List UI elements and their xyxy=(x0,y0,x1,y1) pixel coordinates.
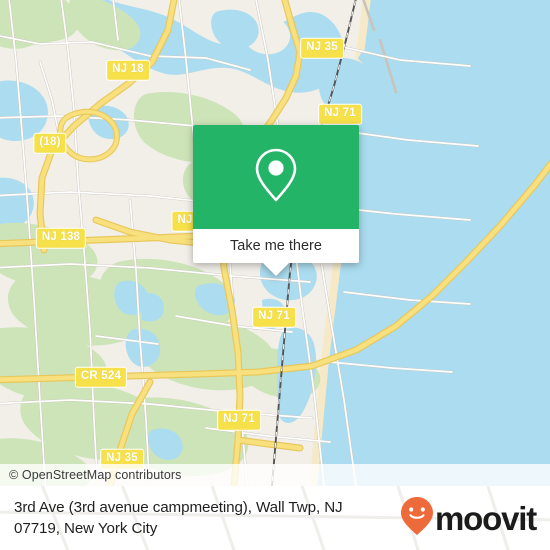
moovit-logo[interactable]: moovit xyxy=(400,496,537,541)
attribution-text: © OpenStreetMap contributors xyxy=(9,468,182,482)
map-popup-card[interactable]: Take me there xyxy=(193,125,359,276)
road-shield: NJ 71 xyxy=(217,409,261,431)
moovit-pin-icon xyxy=(400,496,434,541)
road-shield: CR 524 xyxy=(74,366,128,388)
moovit-wordmark: moovit xyxy=(435,499,537,537)
road-shield: NJ 18 xyxy=(106,59,150,81)
map-canvas[interactable]: NJ 18 NJ 35 NJ 71 (18) NJ NJ 138 NJ 71 C… xyxy=(0,0,550,486)
road-shield: NJ 71 xyxy=(252,306,296,328)
popup-image-header xyxy=(193,125,359,229)
road-shield: (18) xyxy=(33,132,67,154)
moovit-map-screenshot: NJ 18 NJ 35 NJ 71 (18) NJ NJ 138 NJ 71 C… xyxy=(0,0,550,550)
take-me-there-label: Take me there xyxy=(230,238,322,254)
map-pin-icon xyxy=(254,147,298,208)
map-attribution[interactable]: © OpenStreetMap contributors xyxy=(0,464,550,486)
bottom-info-bar: 3rd Ave (3rd avenue campmeeting), Wall T… xyxy=(0,486,550,550)
place-title: 3rd Ave (3rd avenue campmeeting), Wall T… xyxy=(14,499,343,537)
take-me-there-button[interactable]: Take me there xyxy=(193,229,359,263)
road-shield: NJ 35 xyxy=(300,37,344,59)
road-shield: NJ 71 xyxy=(318,103,362,125)
road-shield: NJ 138 xyxy=(35,227,87,249)
popup-pointer-tail xyxy=(263,263,289,276)
